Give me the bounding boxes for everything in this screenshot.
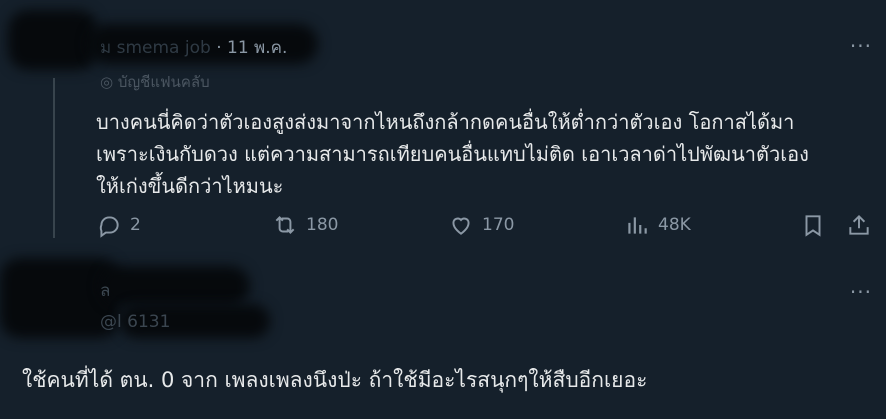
like-count: 170 (482, 215, 515, 235)
reply-author-handle[interactable]: @l 6131 (100, 312, 170, 332)
views-count: 48K (658, 215, 691, 235)
share-button[interactable] (846, 212, 872, 238)
share-icon (849, 214, 869, 235)
tweet-date[interactable]: · 11 พ.ค. (216, 38, 287, 58)
views-button[interactable]: 48K (624, 212, 691, 238)
reply-count: 2 (130, 215, 141, 235)
tweet-text-line: บางคนนี่คิดว่าตัวเองสูงส่งมาจากไหนถึงกล้… (96, 110, 795, 134)
reply-button[interactable]: 2 (96, 212, 141, 238)
tweet-text-line: ให้เก่งขึ้นดีกว่าไหมนะ (96, 174, 284, 198)
thread-line (53, 78, 55, 238)
redacted-avatar (8, 10, 98, 70)
reply-author-name[interactable]: ล (100, 277, 110, 304)
retweet-icon (275, 216, 295, 234)
author-name[interactable]: ม (100, 38, 111, 58)
like-button[interactable]: 170 (448, 212, 514, 238)
like-icon (452, 217, 470, 235)
bookmark-icon (805, 215, 821, 237)
tweet-text: บางคนนี่คิดว่าตัวเองสูงส่งมาจากไหนถึงกล้… (96, 106, 866, 202)
fanclub-label: ◎ บัญชีแฟนคลับ (100, 73, 210, 91)
more-icon[interactable]: ··· (850, 34, 872, 58)
tweet-header: ม smema job · 11 พ.ค. (100, 34, 287, 61)
redacted-reply-name (100, 266, 250, 306)
author-handle[interactable]: smema job (117, 38, 211, 58)
reply-more-icon[interactable]: ··· (850, 280, 872, 304)
bookmark-button[interactable] (800, 212, 826, 238)
fanclub-icon: ◎ (100, 73, 118, 91)
retweet-button[interactable]: 180 (272, 212, 338, 238)
retweet-count: 180 (306, 215, 339, 235)
reply-text: ใช้คนที่ได้ ตน. 0 จาก เพลงเพลงนึงป่ะ ถ้า… (22, 368, 648, 392)
tweet-actions: 2 180 170 48K (96, 212, 876, 242)
reply-icon (99, 216, 119, 238)
views-icon (628, 217, 647, 234)
tweet-text-line: เพราะเงินกับดวง แต่ความสามารถเทียบคนอื่น… (96, 142, 809, 166)
